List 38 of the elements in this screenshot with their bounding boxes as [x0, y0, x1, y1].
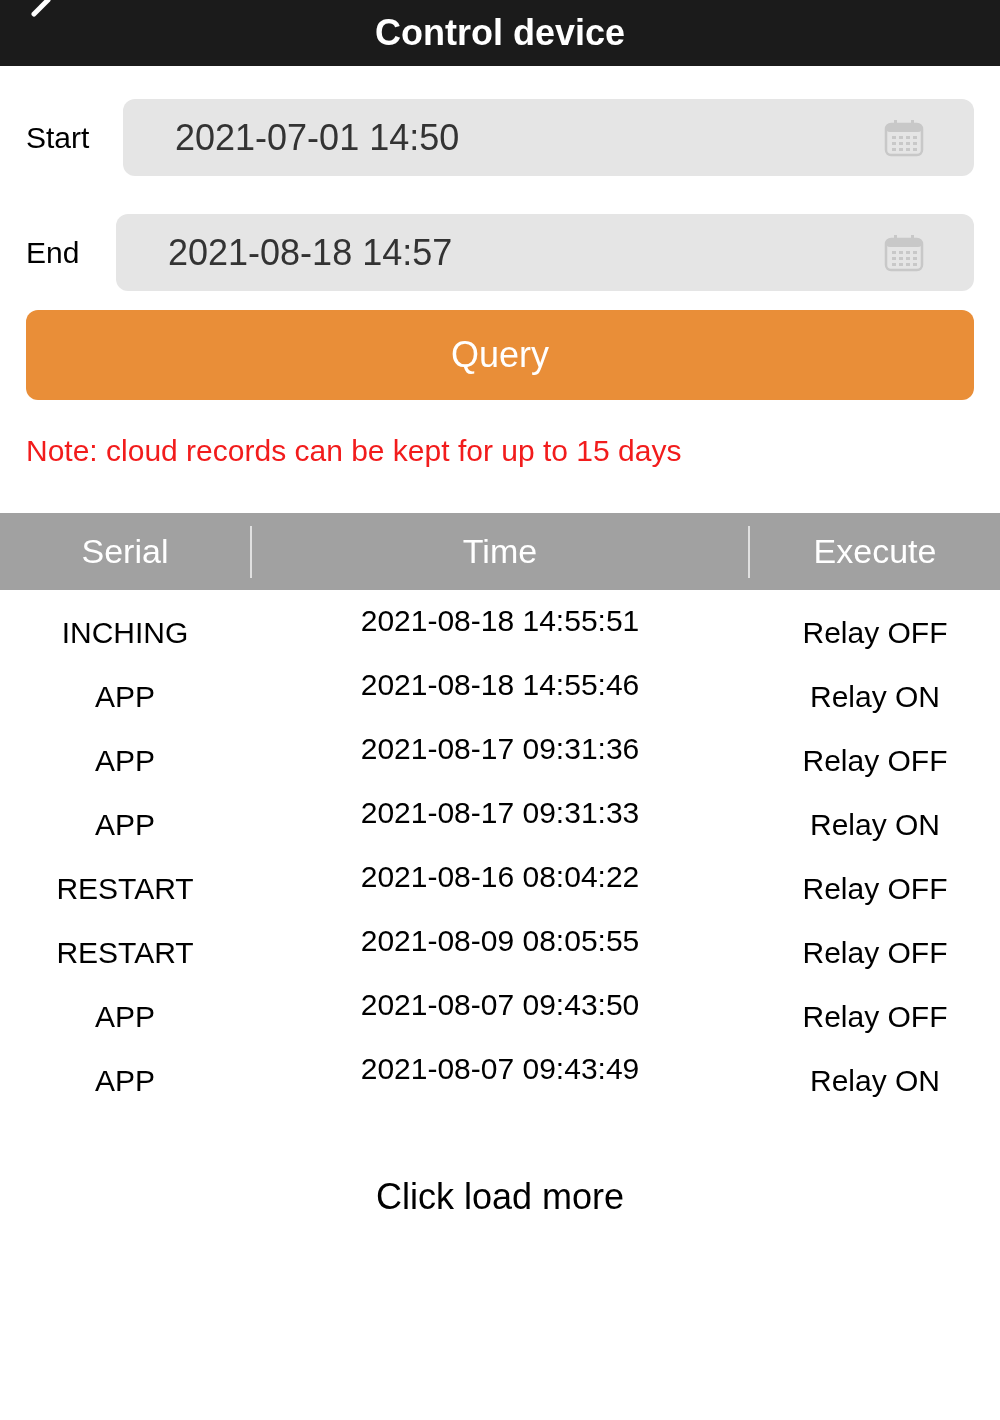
table-cell-text: APP [95, 742, 155, 779]
table-cell-text: 2021-08-09 08:05:55 [360, 923, 640, 959]
date-field[interactable]: 2021-07-01 14:50 [123, 99, 974, 176]
table-cell-text: 2021-08-07 09:43:50 [360, 987, 640, 1023]
table-cell-text: RESTART [56, 870, 194, 907]
table-cell-text: Relay OFF [802, 934, 948, 971]
table-cell-text: INCHING [61, 614, 189, 651]
table-cell-text: 2021-08-17 09:31:33 [360, 795, 640, 831]
note-text: Note: cloud records can be kept for up to 15 days [26, 433, 683, 469]
column-header: Time [462, 531, 538, 572]
table-cell-text: RESTART [56, 934, 194, 971]
table-cell-text: APP [95, 1062, 155, 1099]
table-cell-text: APP [95, 678, 155, 715]
table-cell-text: 2021-08-07 09:43:49 [360, 1051, 640, 1087]
table-cell-text: Relay OFF [802, 870, 948, 907]
filter-label: End [26, 235, 81, 271]
column-header: Execute [813, 531, 937, 572]
table-cell-text: 2021-08-18 14:55:46 [360, 667, 640, 703]
load-more-link[interactable]: Click load more [375, 1170, 625, 1224]
filter-label: Start [26, 120, 91, 156]
date-value: 2021-07-01 14:50 [175, 115, 460, 160]
date-field[interactable]: 2021-08-18 14:57 [116, 214, 974, 291]
table-cell-text: 2021-08-17 09:31:36 [360, 731, 640, 767]
table-cell-text: APP [95, 806, 155, 843]
column-header: Serial [81, 531, 169, 572]
calendar-icon [884, 118, 924, 157]
table-cell-text: Relay OFF [802, 614, 948, 651]
table-cell-text: 2021-08-16 08:04:22 [360, 859, 640, 895]
table-cell-text: 2021-08-18 14:55:51 [360, 603, 640, 639]
table-cell-text: Relay OFF [802, 998, 948, 1035]
page-title: Control device [374, 11, 626, 55]
date-value: 2021-08-18 14:57 [168, 230, 453, 275]
table-cell-text: Relay ON [809, 1062, 940, 1099]
table-cell-text: Relay ON [809, 806, 940, 843]
calendar-icon [884, 233, 924, 272]
table-cell-text: Relay ON [809, 678, 940, 715]
table-cell-text: APP [95, 998, 155, 1035]
table-cell-text: Relay OFF [802, 742, 948, 779]
